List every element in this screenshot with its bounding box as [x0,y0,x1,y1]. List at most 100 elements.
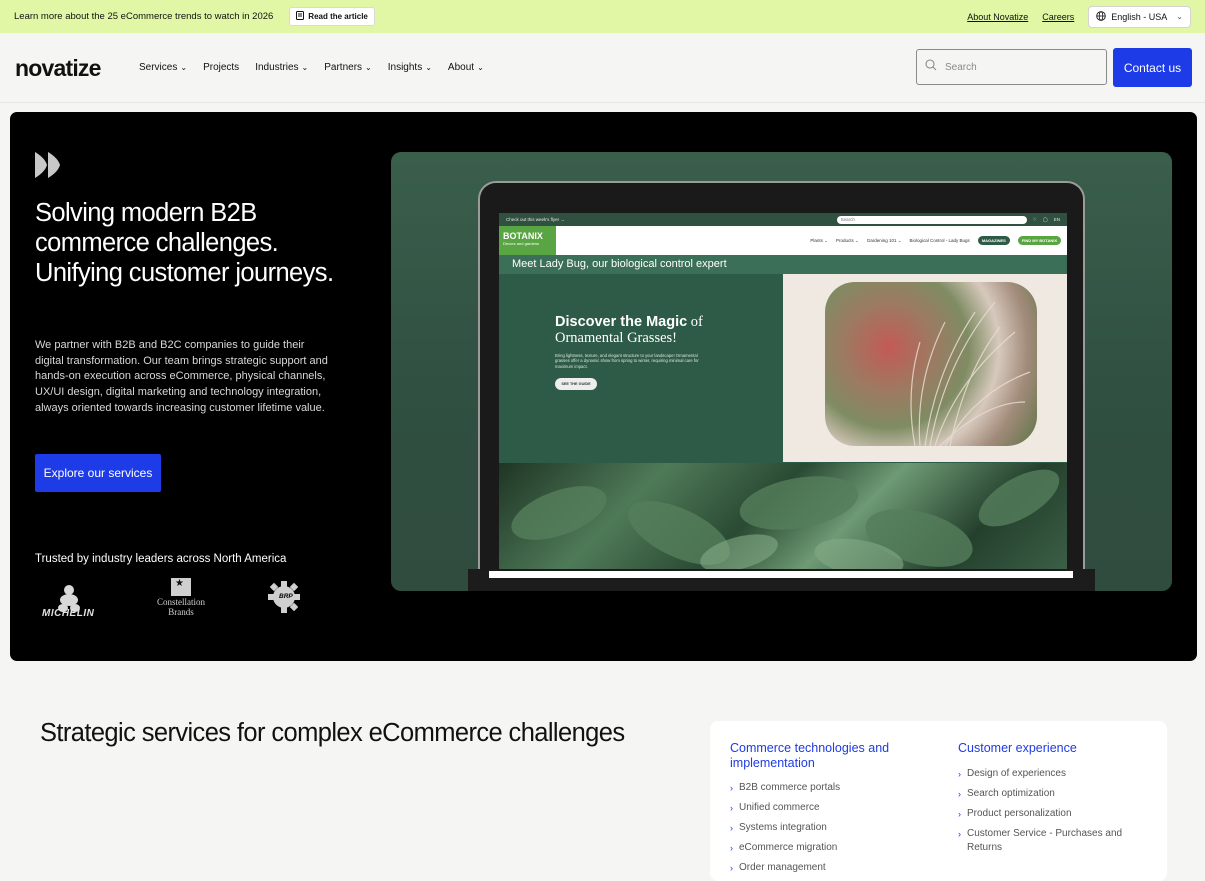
chevron-down-icon: ⌄ [365,63,372,72]
michelin-logo: MICHELIN [42,582,112,622]
read-article-button[interactable]: Read the article [289,7,375,26]
document-icon [296,11,305,22]
hero-headline: Solving modern B2B commerce challenges. … [35,199,334,287]
mockup-promo-left: Discover the Magic of Ornamental Grasses!… [499,274,781,462]
service-label: Order management [739,862,826,873]
nav-industries[interactable]: Industries ⌄ [255,62,308,73]
chevron-right-icon: › [958,829,961,839]
explore-services-button[interactable]: Explore our services [35,454,161,492]
service-label: Design of experiences [967,768,1066,779]
ornamental-grass-image [825,282,1037,446]
botanix-tagline: Decors and gardens [503,241,540,246]
announcement-bar: Learn more about the 25 eCommerce trends… [0,0,1205,33]
search-icon [925,58,937,76]
read-article-label: Read the article [308,12,368,21]
chevron-right-icon: › [730,863,733,873]
nav-projects-label: Projects [203,62,240,73]
nav-services-label: Services [139,62,178,73]
nav-services[interactable]: Services ⌄ [139,62,187,73]
mockup-promo-text: Bring lightness, texture, and elegant st… [555,353,699,369]
service-link[interactable]: › Product personalization [958,807,1148,821]
chevron-down-icon: ⌄ [1176,12,1183,21]
services-column-heading[interactable]: Commerce technologies and implementation [730,741,910,771]
mockup-promo-right [783,274,1067,462]
about-novatize-link[interactable]: About Novatize [967,12,1028,22]
chevron-right-icon: › [730,803,733,813]
search-box[interactable] [916,49,1107,85]
chevron-down-icon: ⌄ [301,63,309,72]
contact-us-button[interactable]: Contact us [1113,48,1192,87]
service-link[interactable]: › Order management [730,861,910,875]
service-link[interactable]: › Design of experiences [958,767,1148,781]
mockup-nav: BOTANIX Decors and gardens Plants ⌄ Produ… [499,226,1067,255]
chevron-right-icon: › [730,843,733,853]
site-header: novatize Services ⌄ Projects Industries ⌄ … [0,33,1205,103]
service-link[interactable]: › Search optimization [958,787,1148,801]
search-input[interactable] [945,61,1095,73]
service-link[interactable]: › B2B commerce portals [730,781,910,795]
service-link[interactable]: › Systems integration [730,821,910,835]
globe-icon [1096,10,1107,23]
service-link[interactable]: › Customer Service - Purchases and Return… [958,827,1148,855]
language-label: English - USA [1111,11,1168,22]
hero-visual: Check out this week's flyer → Search ♡ ◯… [391,152,1172,591]
mockup-link: Biological Control - Lady Bugs [909,238,970,243]
laptop-image: Check out this week's flyer → Search ♡ ◯… [478,181,1085,591]
nav-about[interactable]: About ⌄ [448,62,484,73]
services-column-commerce: Commerce technologies and implementation… [730,741,910,881]
services-title: Strategic services for complex eCommerce… [40,719,625,747]
nav-insights[interactable]: Insights ⌄ [388,62,432,73]
mockup-topbar-text: Check out this week's flyer → [506,217,565,222]
constellation-brands-logo: ★ Constellation Brands [150,578,212,620]
mockup-promo-heading: Discover the Magic of Ornamental Grasses! [555,314,703,346]
constellation-line2: Brands [168,606,194,617]
services-panel: Commerce technologies and implementation… [710,721,1167,881]
service-link[interactable]: › Unified commerce [730,801,910,815]
service-link[interactable]: › eCommerce migration [730,841,910,855]
services-column-cx: Customer experience › Design of experienc… [958,741,1148,861]
novatize-logo[interactable]: novatize [15,55,101,82]
mockup-search: Search [836,215,1027,224]
chevron-down-icon: ⌄ [180,63,188,72]
chevron-right-icon: › [730,823,733,833]
mockup-find-pill: FIND MY BOTANIX [1017,236,1061,245]
nav-industries-label: Industries [255,62,299,73]
novatize-mark-icon [35,152,61,183]
michelin-wordmark: MICHELIN [42,608,95,619]
trusted-by-label: Trusted by industry leaders across North… [35,553,287,565]
nav-partners-label: Partners [324,62,363,73]
services-column-heading[interactable]: Customer experience [958,741,1148,756]
mockup-topbar: Check out this week's flyer → Search ♡ ◯… [499,213,1067,226]
leaves-image [499,463,1067,578]
chevron-down-icon: ⌄ [425,63,432,72]
nav-partners[interactable]: Partners ⌄ [324,62,372,73]
mockup-link: Products ⌄ [835,237,859,243]
service-label: eCommerce migration [739,842,838,853]
announcement-message: Learn more about the 25 eCommerce trends… [14,11,274,22]
main-nav: Services ⌄ Projects Industries ⌄ Partners ⌄… [139,62,484,73]
chevron-down-icon: ⌄ [477,63,484,72]
language-selector[interactable]: English - USA ⌄ [1088,5,1191,28]
careers-link[interactable]: Careers [1042,12,1074,22]
nav-about-label: About [447,62,475,73]
brp-logo: BRP [267,580,301,614]
mockup-link: Gardening 101 ⌄ [866,237,902,243]
service-label: Systems integration [739,822,827,833]
laptop-base [468,569,1095,591]
laptop-screen: Check out this week's flyer → Search ♡ ◯… [499,213,1067,578]
promo-line2: Ornamental Grasses! [555,330,677,346]
mockup-links: Plants ⌄ Products ⌄ Gardening 101 ⌄ Biol… [810,236,1061,245]
botanix-logo: BOTANIX Decors and gardens [499,226,556,255]
laptop-base-highlight [489,571,1073,578]
mockup-promo: Discover the Magic of Ornamental Grasses!… [499,274,1067,462]
heart-icon: ♡ [1032,216,1037,222]
hero-section: Solving modern B2B commerce challenges. … [10,112,1197,661]
nav-projects[interactable]: Projects [203,62,239,73]
brp-wordmark: BRP [279,593,293,600]
chevron-right-icon: › [958,809,961,819]
service-label: Product personalization [967,808,1072,819]
nav-insights-label: Insights [387,62,423,73]
chevron-right-icon: › [958,789,961,799]
mockup-magazines-pill: MAGAZINES [977,236,1010,245]
mockup-lang: EN [1053,217,1060,222]
